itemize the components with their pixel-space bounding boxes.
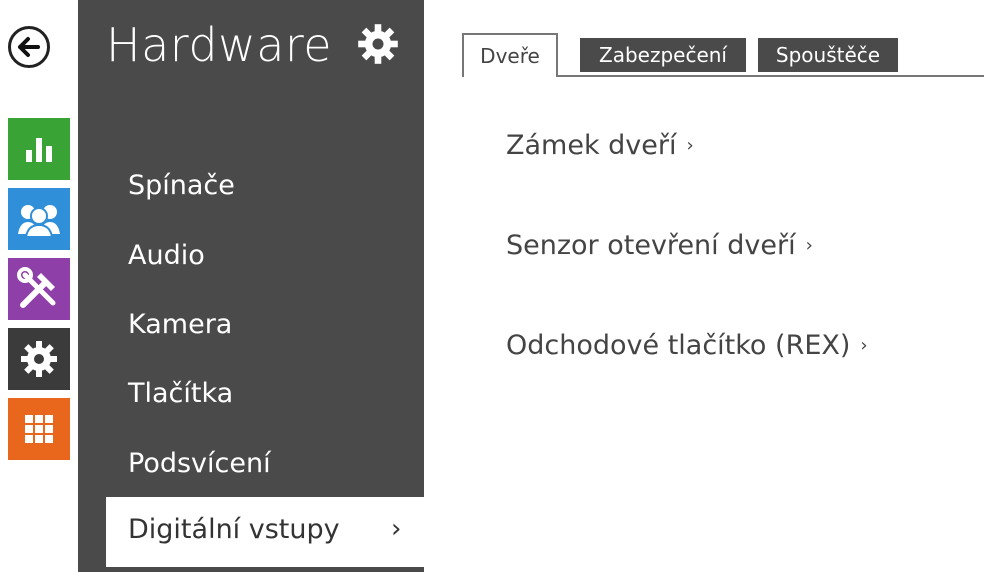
sidebar-item-podsviceni[interactable]: Podsvícení — [128, 448, 271, 479]
sidebar-item-tlacitka[interactable]: Tlačítka — [128, 378, 233, 409]
link-label: Zámek dveří — [506, 130, 677, 161]
link-label: Odchodové tlačítko (REX) — [506, 330, 851, 361]
gear-icon — [358, 24, 398, 64]
sidebar-item-kamera[interactable]: Kamera — [128, 309, 232, 340]
tab-dvere[interactable]: Dveře — [462, 33, 558, 77]
rail-status-button[interactable] — [8, 118, 70, 180]
chevron-right-icon: › — [686, 135, 694, 156]
grid-icon — [25, 415, 53, 443]
back-button[interactable] — [8, 26, 50, 68]
sidebar-item-digitalni-vstupy[interactable]: Digitální vstupy › — [106, 497, 452, 567]
back-arrow-icon — [18, 37, 40, 57]
tab-zabezpeceni[interactable]: Zabezpečení — [580, 38, 746, 72]
users-icon — [18, 205, 60, 238]
sidebar-item-label: Digitální vstupy — [128, 514, 340, 545]
bar-chart-icon — [26, 138, 52, 162]
chevron-right-icon: › — [805, 235, 813, 256]
link-senzor-otevreni-dveri[interactable]: Senzor otevření dveří › — [506, 230, 813, 261]
page-title: Hardware — [106, 18, 333, 72]
link-label: Senzor otevření dveří — [506, 230, 796, 261]
tab-spoustece[interactable]: Spouštěče — [758, 38, 898, 72]
tools-icon — [17, 267, 56, 308]
rail-hardware-button[interactable] — [8, 328, 70, 390]
tab-bar-divider — [556, 75, 984, 77]
gear-icon — [21, 341, 57, 377]
rail-system-button[interactable] — [8, 398, 70, 460]
chevron-right-icon: › — [391, 514, 402, 544]
sidebar-item-spinace[interactable]: Spínače — [128, 170, 235, 201]
link-odchodove-tlacitko[interactable]: Odchodové tlačítko (REX) › — [506, 330, 868, 361]
link-zamek-dveri[interactable]: Zámek dveří › — [506, 130, 694, 161]
rail-services-button[interactable] — [8, 258, 70, 320]
chevron-right-icon: › — [860, 335, 868, 356]
icon-rail — [0, 0, 78, 572]
rail-directory-button[interactable] — [8, 188, 70, 250]
sidebar-item-audio[interactable]: Audio — [128, 240, 205, 271]
sidebar: Hardware Spínače Audio Kamera Tlačítka P… — [78, 0, 452, 572]
